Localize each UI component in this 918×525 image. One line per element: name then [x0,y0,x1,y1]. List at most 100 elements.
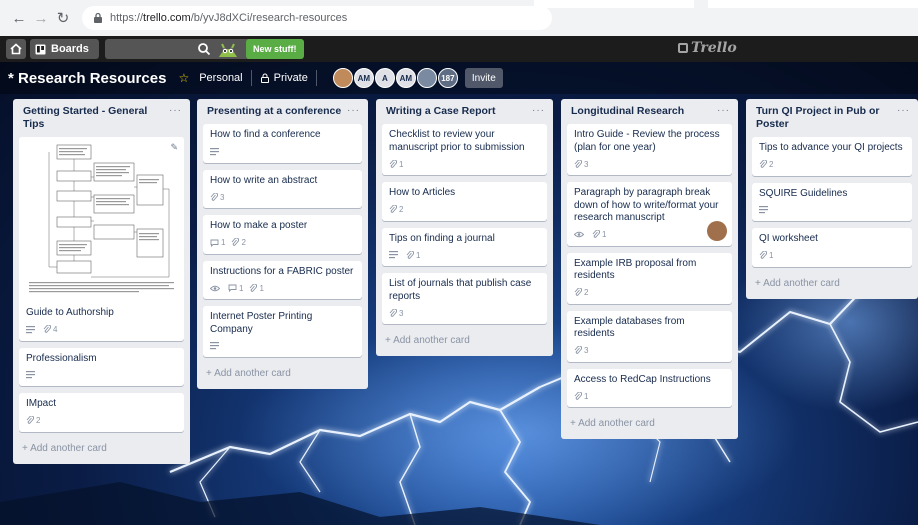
list-menu-icon[interactable]: ··· [532,105,545,116]
eye-icon [210,285,222,292]
star-icon[interactable]: ☆ [178,71,189,85]
attachment-badge: 2 [389,205,403,214]
home-icon [10,43,22,55]
new-stuff-button[interactable]: New stuff! [246,39,304,59]
forward-arrow-icon[interactable]: → [30,7,52,29]
avatar[interactable] [416,68,437,88]
avatar[interactable] [707,220,727,241]
reload-icon[interactable]: ↻ [52,7,74,29]
card[interactable]: How to Articles 2 [382,182,547,221]
avatar[interactable]: AM [395,68,416,88]
card[interactable]: Example IRB proposal from residents 2 [567,252,732,304]
attachment-badge: 3 [574,159,588,169]
card[interactable]: How to make a poster 1 2 [203,215,362,254]
card[interactable]: Internet Poster Printing Company [203,306,362,357]
attachment-count: 2 [584,288,589,297]
attachment-count: 3 [220,192,225,202]
card-badges [26,370,177,380]
list-menu-icon[interactable]: ··· [347,105,360,116]
card[interactable]: Tips on finding a journal 1 [382,227,547,266]
attachment-badge: 2 [26,416,40,425]
board-title[interactable]: * Research Resources [8,70,166,87]
privacy-label: Private [273,72,308,84]
list-header: Turn QI Project in Pub or Poster ··· [752,103,912,137]
attachment-badge: 3 [389,308,403,318]
add-card-button[interactable]: + Add another card [567,414,732,433]
avatar[interactable]: AM [353,68,374,88]
home-button[interactable] [6,39,26,59]
card[interactable]: Tips to advance your QI projects 2 [752,137,912,176]
trello-logo[interactable]: Trello [678,40,737,56]
card[interactable]: QI worksheet 1 [752,228,912,267]
list-header: Getting Started - General Tips ··· [19,103,184,137]
paperclip-icon [250,283,258,292]
add-card-button[interactable]: + Add another card [19,439,184,458]
card[interactable]: Example databases from residents 3 [567,310,732,362]
card-badges: 1 [574,230,725,240]
card[interactable]: Checklist to review your manuscript prio… [382,124,547,175]
team-visibility-button[interactable]: Personal [199,72,242,84]
card[interactable]: Access to RedCap Instructions 1 [567,368,732,407]
card-title: Paragraph by paragraph break down of how… [574,187,719,223]
privacy-button[interactable]: Private [260,72,308,84]
card[interactable]: IMpact 2 [19,393,184,432]
list-title[interactable]: Presenting at a conference [207,105,341,118]
avatar[interactable]: A [374,68,395,88]
paperclip-icon [43,325,51,333]
card[interactable]: How to find a conference [203,124,362,163]
back-arrow-icon[interactable]: ← [8,7,30,29]
taco-mascot-icon[interactable] [216,39,240,59]
paperclip-icon [210,192,218,201]
search-icon[interactable] [197,42,211,56]
card[interactable]: Instructions for a FABRIC poster 1 1 [203,260,362,299]
card-badges: 1 1 [210,283,355,293]
comment-count: 1 [239,283,244,293]
card[interactable]: Professionalism [19,347,184,386]
list-title[interactable]: Getting Started - General Tips [23,105,169,131]
attachment-badge: 3 [210,192,225,202]
list-menu-icon[interactable]: ··· [897,105,910,116]
list-title[interactable]: Writing a Case Report [386,105,496,118]
edit-pencil-icon[interactable]: ✎ [170,142,178,153]
boards-button[interactable]: Boards [30,39,99,59]
card[interactable]: Paragraph by paragraph break down of how… [567,182,732,246]
attachment-badge: 1 [406,250,420,260]
card[interactable]: How to write an abstract 3 [203,169,362,208]
member-count-badge[interactable]: 187 [437,68,458,88]
card-badges [759,205,905,215]
list-title[interactable]: Longitudinal Research [571,105,684,118]
add-card-button[interactable]: + Add another card [382,331,547,350]
list-menu-icon[interactable]: ··· [717,105,730,116]
address-bar[interactable]: https://trello.com/b/yvJ8dXCi/research-r… [82,6,552,30]
card-badges: 4 [26,325,177,335]
list-title[interactable]: Turn QI Project in Pub or Poster [756,105,897,131]
card[interactable]: List of journals that publish case repor… [382,273,547,324]
lock-icon [94,12,102,23]
list-menu-icon[interactable]: ··· [169,105,182,116]
comment-badge: 1 [228,284,243,293]
avatar[interactable] [332,68,353,88]
app-header: Boards [0,36,918,62]
search-input[interactable] [104,39,265,59]
paperclip-icon [574,288,582,296]
card-title: Tips on finding a journal [389,232,495,244]
card-title: Internet Poster Printing Company [210,311,313,335]
card[interactable]: SQUIRE Guidelines [752,182,912,221]
card-title: How to find a conference [210,129,321,140]
card-badges: 1 [574,391,725,401]
attachment-badge: 2 [574,288,588,297]
attachment-badge: 2 [231,238,246,247]
divider [315,70,317,86]
paperclip-icon [759,251,767,259]
invite-button[interactable]: Invite [464,68,503,88]
tab-strip [534,0,694,8]
card[interactable]: Intro Guide - Review the process (plan f… [567,124,732,175]
list-presenting-conference: Presenting at a conference ··· How to fi… [197,99,368,389]
add-card-button[interactable]: + Add another card [752,274,912,293]
card-badges: 1 [389,250,540,260]
card[interactable]: ✎ Guide to Authorship 4 [19,137,184,341]
card-title: Instructions for a FABRIC poster [210,265,354,277]
add-card-button[interactable]: + Add another card [203,364,362,383]
attachment-badge: 1 [759,251,773,260]
paperclip-icon [389,205,397,213]
